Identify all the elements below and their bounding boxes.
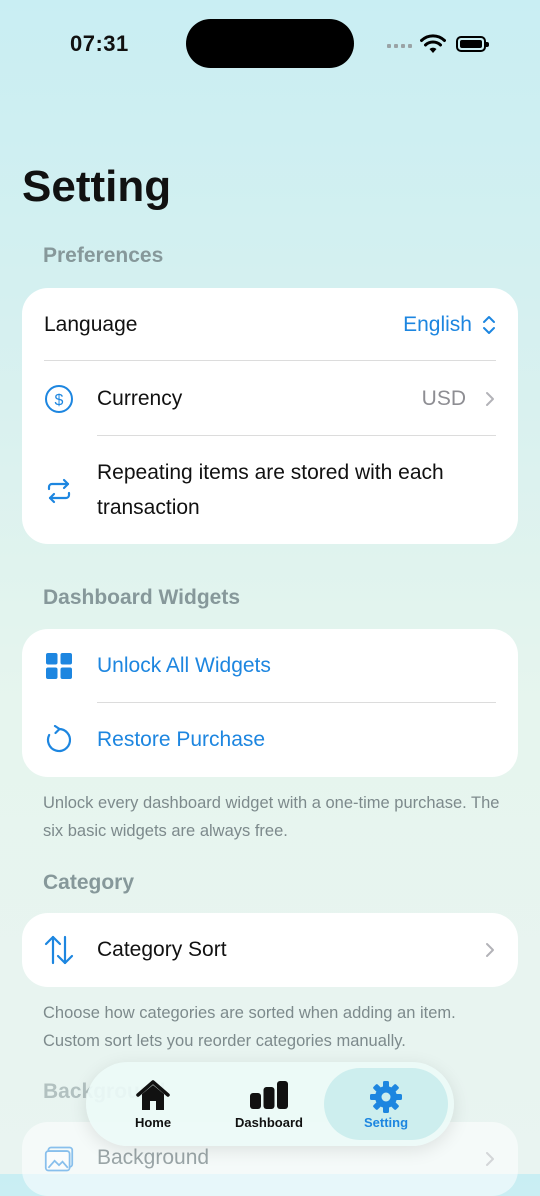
language-value[interactable]: English [403, 313, 472, 337]
wifi-icon [420, 34, 446, 53]
tab-home-label: Home [134, 1115, 172, 1130]
tab-dashboard-label: Dashboard [235, 1115, 303, 1130]
category-footnote: Choose how categories are sorted when ad… [43, 1004, 456, 1050]
section-title-preferences: Preferences [43, 244, 164, 267]
up-down-chevron-icon [483, 316, 495, 334]
category-card: Category Sort [22, 913, 518, 987]
tab-setting[interactable]: Setting [324, 1068, 448, 1140]
status-bar: 07:31 [0, 0, 540, 90]
language-row[interactable]: Language English [22, 288, 518, 362]
chevron-right-icon [486, 392, 494, 406]
battery-icon [456, 36, 489, 52]
widgets-footnote: Unlock every dashboard widget with a one… [43, 794, 500, 840]
page-title: Setting [22, 162, 172, 211]
tab-bar: Home Dashboard Setting [86, 1062, 454, 1146]
unlock-widgets-label: Unlock All Widgets [97, 654, 271, 677]
dynamic-island [186, 19, 354, 68]
gear-icon [370, 1081, 402, 1113]
preferences-card: Language English $ Currency USD Repeatin… [22, 288, 518, 544]
chevron-right-icon [486, 1152, 494, 1166]
repeat-icon [47, 478, 71, 504]
repeating-label: Repeating items are stored with each tra… [97, 461, 444, 519]
house-icon [136, 1080, 170, 1110]
dollar-circle-icon: $ [45, 385, 73, 413]
restore-purchase-row[interactable]: Restore Purchase [22, 703, 518, 777]
chevron-right-icon [486, 943, 494, 957]
divider [44, 360, 496, 361]
category-sort-row[interactable]: Category Sort [22, 913, 518, 987]
background-label: Background [97, 1146, 210, 1169]
sort-arrows-icon [44, 935, 74, 965]
signal-icon [387, 44, 412, 48]
widgets-card: Unlock All Widgets Restore Purchase [22, 629, 518, 777]
section-title-dashboard-widgets: Dashboard Widgets [43, 586, 240, 609]
currency-label: Currency [97, 387, 183, 410]
currency-row[interactable]: $ Currency USD [22, 362, 518, 436]
section-title-category: Category [43, 871, 135, 894]
status-time: 07:31 [70, 31, 129, 56]
bar-chart-icon [250, 1081, 288, 1109]
tab-dashboard[interactable]: Dashboard [210, 1068, 328, 1140]
tab-home[interactable]: Home [94, 1068, 212, 1140]
repeating-row: Repeating items are stored with each tra… [22, 436, 518, 544]
restore-purchase-label: Restore Purchase [97, 728, 266, 751]
currency-value: USD [421, 387, 466, 410]
category-sort-label: Category Sort [97, 938, 227, 961]
language-label: Language [44, 313, 138, 336]
refresh-icon [46, 725, 72, 753]
unlock-widgets-row[interactable]: Unlock All Widgets [22, 629, 518, 703]
svg-text:$: $ [55, 392, 64, 409]
photo-icon [44, 1146, 74, 1172]
grid-icon [46, 653, 72, 679]
tab-setting-label: Setting [363, 1115, 409, 1130]
